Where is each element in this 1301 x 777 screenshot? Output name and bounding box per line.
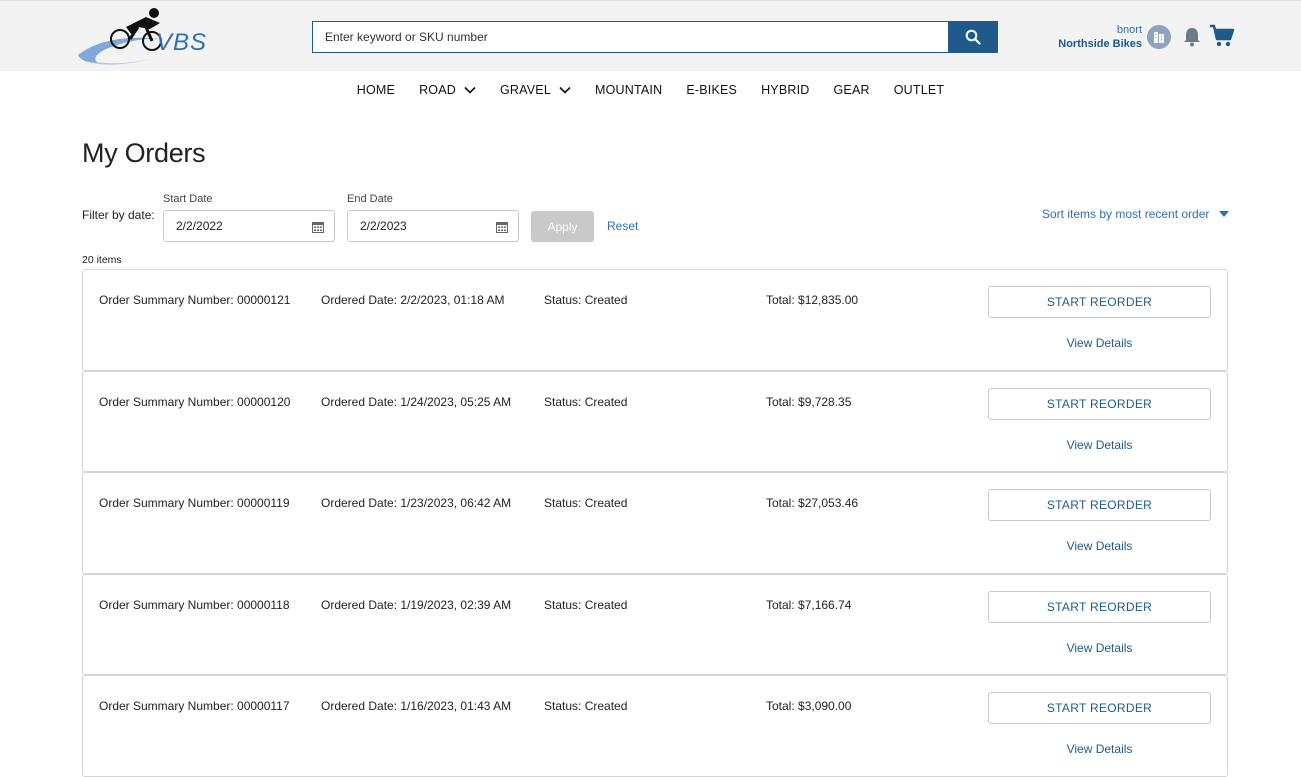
account-username: bnort xyxy=(1116,24,1142,36)
calendar-icon[interactable] xyxy=(496,221,508,233)
bell-icon xyxy=(1184,28,1200,47)
end-date-label: End Date xyxy=(347,193,393,205)
nav-label: HYBRID xyxy=(761,83,810,97)
orders-list: Order Summary Number: 00000121 Ordered D… xyxy=(82,269,1228,777)
vbs-logo[interactable]: VBS xyxy=(76,5,206,67)
main-navigation: HOME ROAD GRAVEL MOUNTAIN E-BIKES HYBRID… xyxy=(0,71,1301,109)
order-card: Order Summary Number: 00000121 Ordered D… xyxy=(82,269,1228,371)
start-reorder-button[interactable]: START REORDER xyxy=(988,387,1211,420)
order-status: Status: Created xyxy=(544,293,628,307)
cart-button[interactable] xyxy=(1209,23,1235,49)
nav-item-hybrid[interactable]: HYBRID xyxy=(749,83,821,97)
cart-icon xyxy=(1210,24,1235,47)
nav-label: HOME xyxy=(356,83,396,97)
start-date-input[interactable]: 2/2/2022 xyxy=(163,210,335,242)
order-date: Ordered Date: 1/19/2023, 02:39 AM xyxy=(321,597,512,612)
order-status: Status: Created xyxy=(544,394,628,409)
view-details-link[interactable]: View Details xyxy=(988,336,1211,350)
order-total: Total: $9,728.35 xyxy=(766,394,852,409)
order-date: Ordered Date: 1/24/2023, 05:25 AM xyxy=(321,394,512,409)
order-number: Order Summary Number: 00000120 xyxy=(99,394,291,409)
nav-item-gear[interactable]: GEAR xyxy=(822,83,882,97)
order-total: Total: $27,053.46 xyxy=(766,496,859,510)
order-date: Ordered Date: 1/23/2023, 06:42 AM xyxy=(321,496,512,510)
order-number: Order Summary Number: 00000121 xyxy=(99,293,291,307)
end-date-group: End Date 2/2/2023 xyxy=(347,193,519,242)
sort-label: Sort items by most recent order xyxy=(1042,207,1210,221)
nav-label: GEAR xyxy=(833,83,870,97)
view-details-link[interactable]: View Details xyxy=(988,742,1211,756)
end-date-input[interactable]: 2/2/2023 xyxy=(347,210,519,242)
order-status: Status: Created xyxy=(544,699,628,713)
order-card: Order Summary Number: 00000119 Ordered D… xyxy=(82,472,1228,574)
order-number: Order Summary Number: 00000118 xyxy=(99,597,290,612)
page-title: My Orders xyxy=(82,138,206,168)
start-reorder-button[interactable]: START REORDER xyxy=(988,286,1211,318)
order-status: Status: Created xyxy=(544,597,628,612)
notifications-button[interactable] xyxy=(1182,26,1202,48)
start-date-label: Start Date xyxy=(163,193,213,205)
calendar-icon[interactable] xyxy=(312,221,324,233)
order-total: Total: $7,166.74 xyxy=(766,597,852,612)
nav-item-mountain[interactable]: MOUNTAIN xyxy=(583,83,674,97)
nav-label: MOUNTAIN xyxy=(594,83,663,97)
caret-down-icon xyxy=(1219,211,1230,217)
order-date: Ordered Date: 1/16/2023, 01:43 AM xyxy=(321,699,512,713)
search-input[interactable] xyxy=(312,21,948,53)
order-card: Order Summary Number: 00000117 Ordered D… xyxy=(82,675,1228,777)
order-date: Ordered Date: 2/2/2023, 01:18 AM xyxy=(321,293,505,307)
view-details-link[interactable]: View Details xyxy=(988,539,1211,553)
chevron-down-icon xyxy=(559,86,571,94)
order-card: Order Summary Number: 00000120 Ordered D… xyxy=(82,370,1228,472)
end-date-value: 2/2/2023 xyxy=(360,219,407,233)
view-details-link[interactable]: View Details xyxy=(988,438,1211,452)
nav-item-e-bikes[interactable]: E-BIKES xyxy=(674,83,749,97)
start-reorder-button[interactable]: START REORDER xyxy=(988,489,1211,521)
start-date-value: 2/2/2022 xyxy=(176,219,223,233)
nav-label: E-BIKES xyxy=(686,83,738,97)
building-icon xyxy=(1154,32,1164,43)
view-details-link[interactable]: View Details xyxy=(988,641,1211,655)
order-total: Total: $3,090.00 xyxy=(766,699,852,713)
start-reorder-button[interactable]: START REORDER xyxy=(988,590,1211,623)
nav-label: GRAVEL xyxy=(499,83,551,97)
order-status: Status: Created xyxy=(544,496,628,510)
sort-dropdown[interactable]: Sort items by most recent order xyxy=(1042,207,1230,221)
nav-item-road[interactable]: ROAD xyxy=(407,83,488,97)
order-number: Order Summary Number: 00000119 xyxy=(99,496,290,510)
nav-label: ROAD xyxy=(419,83,456,97)
start-date-group: Start Date 2/2/2022 xyxy=(163,193,335,242)
search-button[interactable] xyxy=(948,21,998,53)
order-total: Total: $12,835.00 xyxy=(766,293,859,307)
order-number: Order Summary Number: 00000117 xyxy=(99,699,290,713)
nav-item-home[interactable]: HOME xyxy=(345,83,407,97)
item-count: 20 items xyxy=(82,254,122,266)
apply-button[interactable]: Apply xyxy=(531,211,594,242)
filter-label: Filter by date: xyxy=(82,208,155,222)
account-company: Northside Bikes xyxy=(1058,38,1142,50)
order-card: Order Summary Number: 00000118 Ordered D… xyxy=(82,573,1228,675)
chevron-down-icon xyxy=(464,86,476,94)
logo-text: VBS xyxy=(156,29,208,56)
nav-label: OUTLET xyxy=(893,83,945,97)
reset-link[interactable]: Reset xyxy=(607,219,638,233)
nav-item-outlet[interactable]: OUTLET xyxy=(882,83,957,97)
start-reorder-button[interactable]: START REORDER xyxy=(988,692,1211,724)
search-icon xyxy=(965,29,981,45)
account-switcher[interactable] xyxy=(1147,25,1171,49)
account-info[interactable]: bnort Northside Bikes xyxy=(1040,23,1142,51)
site-header: VBS bnort Northside Bikes xyxy=(0,0,1301,71)
nav-item-gravel[interactable]: GRAVEL xyxy=(488,83,583,97)
search-bar xyxy=(312,21,998,53)
